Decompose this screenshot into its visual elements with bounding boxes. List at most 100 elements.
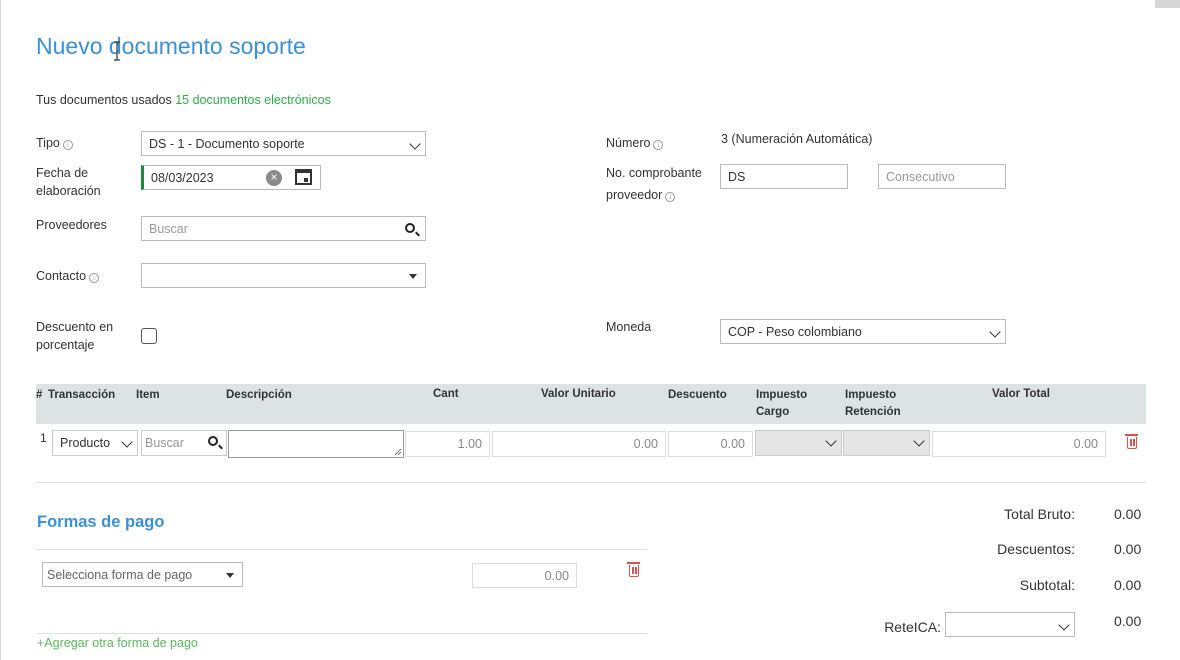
descuentos-value: 0.00 [1114, 541, 1142, 557]
col-valor-total: Valor Total [992, 388, 1050, 400]
payment-method-select[interactable]: Selecciona forma de pago [42, 562, 243, 587]
descuentos-label: Descuentos: [997, 541, 1075, 557]
comprobante-label-line1: No. comprobante [606, 166, 702, 180]
col-impuesto-cargo-line2: Cargo [756, 406, 790, 418]
descripcion-textarea[interactable] [228, 430, 404, 458]
subtotal-label: Subtotal: [1019, 577, 1075, 593]
proveedores-label: Proveedores [36, 218, 107, 232]
consecutivo-input[interactable]: Consecutivo [878, 164, 1006, 189]
numero-label-text: Número [606, 136, 651, 150]
moneda-select[interactable]: COP - Peso colombiano [720, 319, 1006, 344]
page-left-border [0, 0, 1, 660]
col-item: Item [136, 389, 160, 401]
proveedores-placeholder: Buscar [149, 221, 188, 236]
impuesto-retencion-select[interactable] [843, 430, 930, 456]
transaccion-select[interactable]: Producto [52, 430, 138, 456]
text-cursor-icon [114, 41, 120, 61]
info-icon: i [62, 140, 73, 150]
delete-payment-trash-icon[interactable] [627, 562, 640, 577]
chevron-down-icon [989, 326, 1001, 338]
col-impuesto-cargo: Impuesto Cargo [756, 387, 807, 421]
payments-title: Formas de pago [37, 513, 165, 531]
valor-unitario-input[interactable]: 0.00 [492, 431, 666, 457]
subtotal-value: 0.00 [1114, 577, 1142, 593]
col-cant: Cant [433, 388, 459, 400]
row-index: 1 [40, 431, 47, 445]
col-impuesto-cargo-line1: Impuesto [756, 389, 808, 401]
descuento-checkbox[interactable] [141, 328, 157, 344]
transaccion-select-value: Producto [60, 436, 111, 450]
caret-down-icon [226, 573, 234, 578]
total-bruto-value: 0.00 [1114, 506, 1142, 522]
descuento-input[interactable]: 0.00 [668, 431, 753, 457]
col-valor-unitario: Valor Unitario [541, 388, 616, 400]
col-descuento: Descuento [668, 389, 727, 401]
info-icon: i [653, 140, 664, 150]
col-impuesto-ret-line1: Impuesto [845, 389, 897, 401]
fecha-date-input[interactable]: 08/03/2023 × [141, 165, 321, 190]
descuento-label: Descuento en porcentaje [36, 318, 113, 354]
chevron-down-icon [825, 435, 837, 447]
search-icon[interactable] [405, 223, 415, 233]
numero-label: Número i [606, 134, 664, 152]
add-payment-link[interactable]: +Agregar otra forma de pago [37, 636, 198, 650]
calendar-icon[interactable] [295, 169, 312, 185]
moneda-select-value: COP - Peso colombiano [728, 324, 862, 339]
fecha-label-line1: Fecha de [36, 166, 89, 180]
impuesto-cargo-select[interactable] [755, 430, 842, 456]
comprobante-label-line2-wrap: proveedor i [606, 186, 702, 204]
contacto-label-text: Contacto [36, 269, 87, 283]
fecha-label-line2: elaboración [36, 184, 101, 198]
info-icon: i [665, 192, 676, 202]
proveedores-search-input[interactable]: Buscar [141, 216, 426, 241]
fecha-label: Fecha de elaboración [36, 164, 101, 200]
clear-date-icon[interactable]: × [266, 170, 282, 186]
info-icon: i [89, 273, 100, 283]
cant-input[interactable]: 1.00 [405, 431, 490, 457]
tipo-label: Tipo i [36, 134, 73, 152]
contacto-label: Contacto i [36, 267, 100, 285]
search-icon[interactable] [208, 436, 218, 446]
descuento-label-line2: porcentaje [36, 338, 95, 352]
page-title: Nuevo documento soporte [36, 33, 306, 59]
reteica-label: ReteICA: [884, 619, 941, 635]
moneda-label: Moneda [606, 320, 652, 334]
chevron-down-icon [121, 436, 133, 448]
payment-amount-input[interactable]: 0.00 [472, 563, 577, 588]
tipo-select-value: DS - 1 - Documento soporte [149, 136, 305, 151]
window-corner [1155, 0, 1180, 8]
usage-prefix: Tus documentos usados [36, 93, 172, 107]
col-impuesto-ret-line2: Retención [845, 406, 901, 418]
usage-count-link[interactable]: 15 documentos electrónicos [175, 93, 331, 107]
consecutivo-placeholder: Consecutivo [886, 169, 955, 184]
chevron-down-icon [409, 138, 421, 150]
delete-row-trash-icon[interactable] [1125, 434, 1138, 449]
comprobante-label-line2: proveedor [606, 188, 663, 202]
col-impuesto-retencion: Impuesto Retención [845, 387, 901, 421]
caret-down-icon [409, 274, 417, 279]
fecha-date-value: 08/03/2023 [151, 170, 214, 185]
divider [36, 482, 1146, 483]
contacto-select[interactable] [141, 263, 426, 288]
item-search-input[interactable]: Buscar [141, 430, 227, 456]
reteica-select[interactable] [945, 612, 1075, 637]
valor-total-input: 0.00 [932, 431, 1106, 457]
chevron-down-icon [913, 435, 925, 447]
reteica-value: 0.00 [1114, 613, 1142, 629]
tipo-label-text: Tipo [36, 136, 60, 150]
comprobante-label: No. comprobante proveedor i [606, 164, 702, 204]
total-bruto-label: Total Bruto: [1004, 506, 1075, 522]
comprobante-prefix-value: DS [728, 169, 746, 184]
descuento-label-line1: Descuento en [36, 320, 114, 334]
item-placeholder: Buscar [145, 436, 184, 450]
payments-divider [36, 549, 647, 550]
col-transaccion: Transacción [48, 389, 116, 401]
chevron-down-icon [1058, 619, 1070, 631]
numero-value: 3 (Numeración Automática) [721, 132, 873, 146]
comprobante-prefix-input[interactable]: DS [720, 164, 848, 189]
payments-bottom-divider [36, 633, 647, 634]
col-num: # [36, 389, 43, 401]
col-descripcion: Descripción [226, 389, 292, 401]
tipo-select[interactable]: DS - 1 - Documento soporte [141, 131, 426, 156]
resize-handle-icon[interactable] [394, 448, 402, 456]
